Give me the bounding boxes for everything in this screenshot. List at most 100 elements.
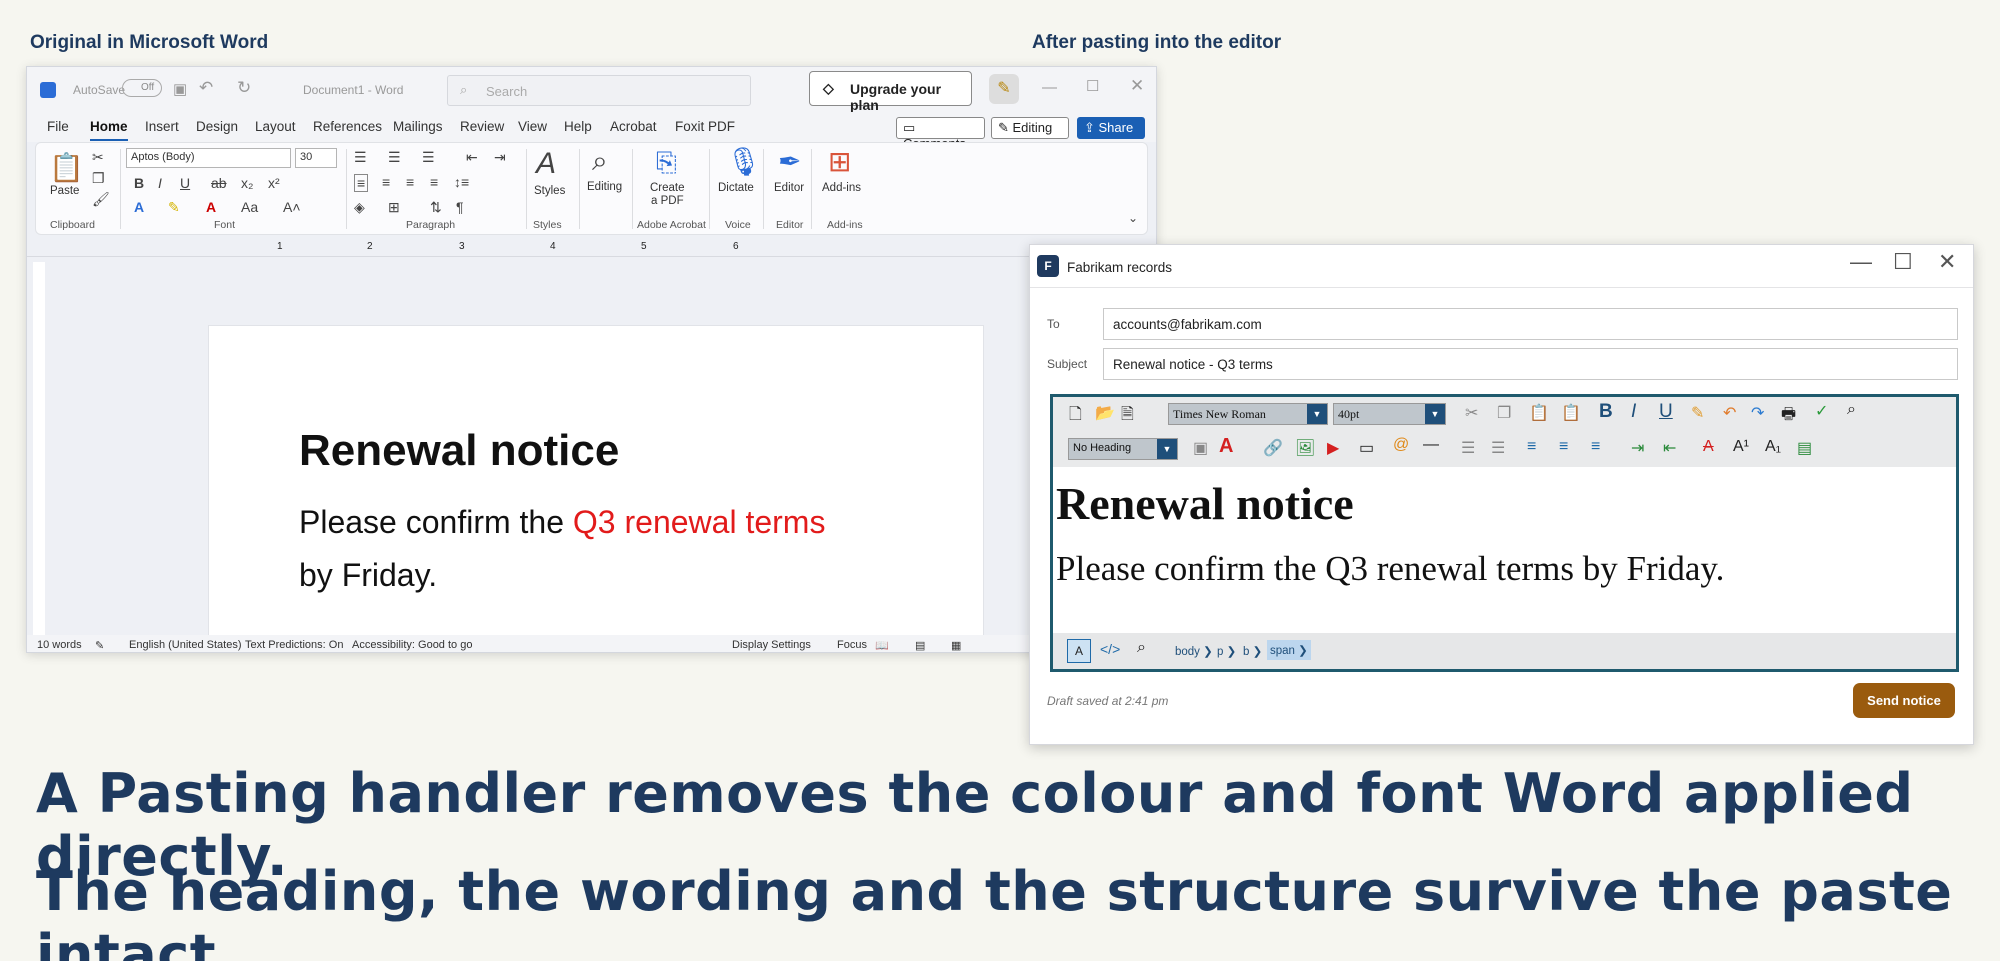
highlight-color-icon[interactable]: ▣ <box>1193 438 1208 458</box>
editor-icon[interactable]: ✒ <box>778 145 801 178</box>
image-icon[interactable]: 🖼 <box>1295 438 1315 458</box>
language[interactable]: English (United States) <box>129 639 242 651</box>
crumb-b[interactable]: b ❯ <box>1243 644 1262 658</box>
search-icon[interactable]: ⌕ <box>1847 401 1856 419</box>
close-icon[interactable]: ✕ <box>1938 249 1956 275</box>
paste-icon[interactable]: 📋 <box>1529 403 1549 423</box>
strikethrough-icon[interactable]: A <box>1703 438 1714 456</box>
word-page[interactable]: Renewal notice Please confirm the Q3 ren… <box>208 325 984 652</box>
crumb-body[interactable]: body ❯ <box>1175 644 1213 658</box>
highlight-icon[interactable]: ✎ <box>168 199 180 216</box>
align-left-icon[interactable]: ≡ <box>1527 438 1536 456</box>
italic-icon[interactable]: I <box>158 175 162 191</box>
align-right-icon[interactable]: ≡ <box>406 174 414 190</box>
clear-format-icon[interactable]: ✎ <box>1691 403 1704 423</box>
video-icon[interactable]: ▶ <box>1327 438 1339 458</box>
menu-design[interactable]: Design <box>196 119 238 134</box>
open-icon[interactable]: 📂 <box>1095 403 1115 423</box>
menu-help[interactable]: Help <box>564 119 592 134</box>
borders-icon[interactable]: ⊞ <box>388 199 400 216</box>
menu-foxit[interactable]: Foxit PDF <box>675 119 735 134</box>
unordered-list-icon[interactable]: ☰ <box>1491 438 1505 458</box>
undo-icon[interactable]: ↶ <box>1723 403 1736 423</box>
italic-icon[interactable]: I <box>1631 401 1636 423</box>
redo-icon[interactable]: ↻ <box>237 78 251 98</box>
web-layout-icon[interactable]: ▦ <box>951 639 961 652</box>
menu-review[interactable]: Review <box>460 119 504 134</box>
font-family-select[interactable]: Aptos (Body) <box>126 148 291 168</box>
underline-icon[interactable]: U <box>180 175 190 191</box>
comments-button[interactable]: ▭ Comments <box>896 117 985 151</box>
menu-layout[interactable]: Layout <box>255 119 296 134</box>
menu-references[interactable]: References <box>313 119 382 134</box>
increase-indent-icon[interactable]: ⇥ <box>494 149 506 166</box>
copy-icon[interactable]: ❐ <box>92 170 105 187</box>
text-effects-icon[interactable]: A <box>134 199 144 215</box>
copilot-icon[interactable]: ✎ <box>989 74 1019 104</box>
format-painter-icon[interactable]: 🖌 <box>92 191 110 208</box>
pilcrow-icon[interactable]: ¶ <box>456 199 464 215</box>
align-left-icon[interactable]: ≡ <box>354 174 369 192</box>
upgrade-button[interactable]: ◇ Upgrade your plan <box>809 71 972 113</box>
focus-mode[interactable]: Focus <box>837 639 867 651</box>
menu-insert[interactable]: Insert <box>145 119 179 134</box>
create-pdf-icon[interactable]: ⎘ <box>656 147 677 179</box>
subscript-icon[interactable]: x₂ <box>241 175 253 191</box>
font-size-select[interactable]: 30 <box>295 148 337 168</box>
microphone-icon[interactable]: 🎙 <box>726 145 762 178</box>
font-color-icon[interactable]: A <box>1219 435 1233 458</box>
special-chars-icon[interactable]: ▤ <box>1797 438 1812 458</box>
editing-mode-button[interactable]: ✎ Editing ⌄ <box>991 117 1069 151</box>
design-view-icon[interactable]: A <box>1067 639 1091 663</box>
minimize-icon[interactable]: — <box>1042 79 1057 96</box>
menu-file[interactable]: File <box>47 119 69 134</box>
subscript-icon[interactable]: A₁ <box>1765 438 1781 456</box>
to-field[interactable]: accounts@fabrikam.com <box>1103 308 1958 340</box>
proofing-icon[interactable]: ✎ <box>95 639 104 652</box>
maximize-icon[interactable]: ☐ <box>1086 77 1099 95</box>
preview-icon[interactable]: ⌕ <box>1137 639 1146 657</box>
multilevel-icon[interactable]: ☰ <box>422 149 435 166</box>
share-button[interactable]: ⇪ Share <box>1077 117 1145 139</box>
ordered-list-icon[interactable]: ☰ <box>1461 438 1475 458</box>
grow-font-icon[interactable]: A˄ <box>283 199 301 215</box>
cut-icon[interactable]: ✂ <box>92 149 104 166</box>
paste-icon[interactable]: 📋 <box>49 151 84 184</box>
display-settings[interactable]: Display Settings <box>732 639 811 651</box>
menu-home[interactable]: Home <box>90 119 128 141</box>
superscript-icon[interactable]: A¹ <box>1733 438 1749 456</box>
justify-icon[interactable]: ≡ <box>430 174 438 190</box>
maximize-icon[interactable]: ☐ <box>1893 249 1913 275</box>
undo-icon[interactable]: ↶ <box>199 78 213 98</box>
text-predictions[interactable]: Text Predictions: On <box>245 639 343 651</box>
align-center-icon[interactable]: ≡ <box>382 174 390 190</box>
new-document-icon[interactable]: 🗋 <box>1069 403 1082 430</box>
send-notice-button[interactable]: Send notice <box>1853 683 1955 718</box>
word-search-input[interactable]: ⌕ Search <box>447 75 751 106</box>
block-format-select[interactable]: No Heading ▼ <box>1068 438 1178 460</box>
numbering-icon[interactable]: ☰ <box>388 149 401 166</box>
redo-icon[interactable]: ↷ <box>1751 403 1764 423</box>
menu-mailings[interactable]: Mailings <box>393 119 443 134</box>
insert-template-icon[interactable]: 🗎 <box>1121 403 1134 430</box>
print-icon[interactable]: 🖶 <box>1781 403 1796 430</box>
horizontal-rule-icon[interactable]: — <box>1423 436 1439 454</box>
superscript-icon[interactable]: x² <box>268 175 280 191</box>
minimize-icon[interactable]: — <box>1850 249 1872 275</box>
autosave-toggle[interactable]: Off <box>122 79 162 97</box>
editing-icon[interactable]: ⌕ <box>592 145 608 178</box>
crumb-p[interactable]: p ❯ <box>1217 644 1236 658</box>
indent-icon[interactable]: ⇥ <box>1631 438 1644 458</box>
save-icon[interactable]: ▣ <box>173 80 187 98</box>
bold-icon[interactable]: B <box>134 175 144 191</box>
align-right-icon[interactable]: ≡ <box>1591 438 1600 456</box>
font-size-select[interactable]: 40pt ▼ <box>1333 403 1446 425</box>
addins-icon[interactable]: ⊞ <box>828 145 851 178</box>
menu-view[interactable]: View <box>518 119 547 134</box>
word-count[interactable]: 10 words <box>37 639 82 651</box>
strikethrough-icon[interactable]: ab <box>211 175 227 191</box>
sort-icon[interactable]: ⇅ <box>430 199 442 216</box>
code-view-icon[interactable]: </> <box>1100 641 1120 657</box>
font-color-icon[interactable]: A <box>206 199 216 215</box>
copy-icon[interactable]: ❐ <box>1497 403 1511 423</box>
